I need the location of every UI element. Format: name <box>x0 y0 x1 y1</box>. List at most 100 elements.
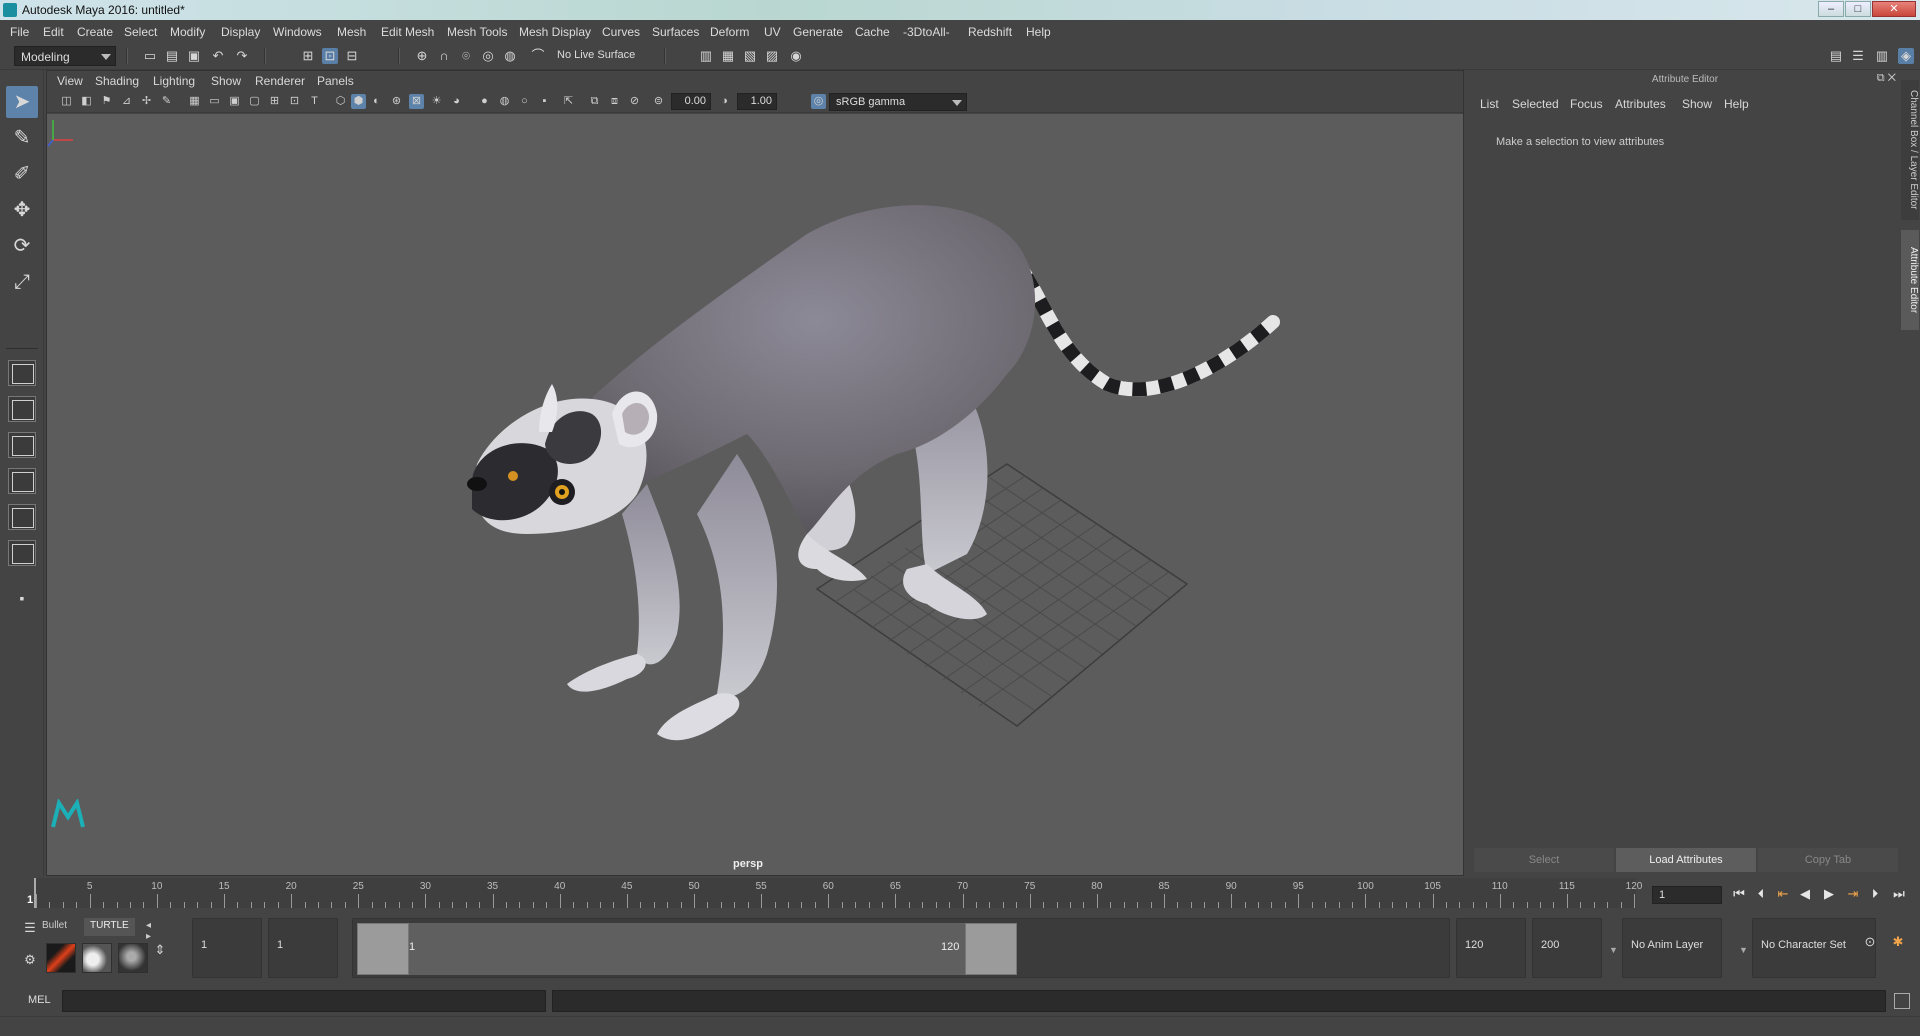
exposure-icon[interactable]: ⊜ <box>651 94 666 109</box>
redo-icon[interactable]: ↷ <box>234 48 250 64</box>
animation-start-field[interactable]: 1 <box>192 918 262 978</box>
auto-key-icon[interactable]: ⊙ <box>1862 934 1878 950</box>
shelf-scroll-arrows-icon[interactable]: ⇕ <box>152 942 168 958</box>
x-ray-icon[interactable]: ⇱ <box>561 94 576 109</box>
render-frame-icon[interactable]: ▦ <box>720 48 736 64</box>
select-hierarchy-icon[interactable]: ⊞ <box>300 48 316 64</box>
menu-edit[interactable]: Edit <box>43 25 64 39</box>
animation-end-field[interactable]: 200 <box>1532 918 1602 978</box>
select-component-icon[interactable]: ⊟ <box>344 48 360 64</box>
save-scene-icon[interactable]: ▣ <box>186 48 202 64</box>
smooth-shade-icon[interactable]: ⬢ <box>351 94 366 109</box>
view-transform-select[interactable]: sRGB gamma <box>829 93 967 111</box>
textured-icon[interactable]: ⊛ <box>389 94 404 109</box>
current-frame-field[interactable]: 1 <box>1652 886 1722 904</box>
character-set-select[interactable]: ▼ No Character Set <box>1739 918 1876 978</box>
command-input[interactable] <box>62 990 546 1012</box>
go-to-start-icon[interactable]: ⏮ <box>1730 885 1748 903</box>
anim-layer-select[interactable]: ▼ No Anim Layer <box>1609 918 1722 978</box>
snap-surface-icon[interactable]: ◍ <box>502 48 518 64</box>
attribute-editor-toggle-icon[interactable]: ◈ <box>1898 48 1914 64</box>
render-settings-icon[interactable]: ▥ <box>698 48 714 64</box>
go-to-end-icon[interactable]: ⏭ <box>1890 885 1908 903</box>
step-forward-frame-icon[interactable]: ⏵ <box>1866 885 1884 903</box>
grease-pencil-icon[interactable]: ✎ <box>159 94 174 109</box>
persp-uv-layout-icon[interactable] <box>8 540 36 566</box>
move-tool-icon[interactable]: ✥ <box>6 194 38 226</box>
exposure-field[interactable]: 0.00 <box>671 93 711 110</box>
modeling-toolkit-icon[interactable]: ▤ <box>1828 48 1844 64</box>
panel-menu-panels[interactable]: Panels <box>317 74 354 88</box>
animation-preferences-icon[interactable]: ✱ <box>1890 934 1906 950</box>
step-back-key-icon[interactable]: ⇤ <box>1774 885 1792 903</box>
grid-toggle-icon[interactable]: ▦ <box>187 94 202 109</box>
menu-windows[interactable]: Windows <box>273 25 322 39</box>
snap-point-icon[interactable]: ⌾ <box>458 48 474 64</box>
maximize-button[interactable]: □ <box>1845 1 1871 17</box>
time-ruler[interactable]: 5 10 15 20 25 30 35 40 45 50 55 60 65 70 75 80 85 90 95 100… <box>34 878 1642 908</box>
render-view-icon[interactable]: ▨ <box>764 48 780 64</box>
menu-redshift[interactable]: Redshift <box>968 25 1012 39</box>
menu-cache[interactable]: Cache <box>855 25 890 39</box>
ae-menu-selected[interactable]: Selected <box>1512 97 1559 111</box>
playback-start-field[interactable]: 1 <box>268 918 338 978</box>
safe-title-icon[interactable]: T <box>307 94 322 109</box>
script-editor-icon[interactable] <box>1894 993 1910 1009</box>
field-chart-icon[interactable]: ⊞ <box>267 94 282 109</box>
menu-surfaces[interactable]: Surfaces <box>652 25 699 39</box>
step-back-frame-icon[interactable]: ⏴ <box>1752 885 1770 903</box>
undo-icon[interactable]: ↶ <box>210 48 226 64</box>
menu-curves[interactable]: Curves <box>602 25 640 39</box>
ipr-render-icon[interactable]: ▧ <box>742 48 758 64</box>
x-ray-joints-icon[interactable]: ⧉ <box>587 94 602 109</box>
menu-mesh-display[interactable]: Mesh Display <box>519 25 591 39</box>
range-slider[interactable]: 1 120 <box>352 918 1450 978</box>
scale-tool-icon[interactable]: ⤢ <box>6 266 38 298</box>
range-end-handle[interactable] <box>965 923 1017 975</box>
step-forward-key-icon[interactable]: ⇥ <box>1844 885 1862 903</box>
menu-modify[interactable]: Modify <box>170 25 205 39</box>
panel-menu-show[interactable]: Show <box>211 74 241 88</box>
menu-display[interactable]: Display <box>221 25 260 39</box>
play-forwards-icon[interactable]: ▶ <box>1820 885 1838 903</box>
3d-viewport[interactable]: persp <box>47 114 1463 875</box>
fire-shelf-icon[interactable] <box>46 943 76 973</box>
command-language-label[interactable]: MEL <box>28 994 51 1006</box>
snap-curve-icon[interactable]: ∩ <box>436 48 452 64</box>
rotate-tool-icon[interactable]: ⟳ <box>6 230 38 262</box>
x-ray-active-icon[interactable]: ⧈ <box>607 94 622 109</box>
menu-uv[interactable]: UV <box>764 25 781 39</box>
new-scene-icon[interactable]: ▭ <box>142 48 158 64</box>
ae-menu-list[interactable]: List <box>1480 97 1499 111</box>
menu-help[interactable]: Help <box>1026 25 1051 39</box>
panel-menu-renderer[interactable]: Renderer <box>255 74 305 88</box>
lasso-tool-icon[interactable]: ✎ <box>6 122 38 154</box>
four-view-layout-icon[interactable] <box>8 396 36 422</box>
bake-shelf-icon[interactable] <box>82 943 112 973</box>
persp-hypershade-layout-icon[interactable] <box>8 504 36 530</box>
backface-culling-icon[interactable]: ⊘ <box>627 94 642 109</box>
menu-mesh-tools[interactable]: Mesh Tools <box>447 25 507 39</box>
single-perspective-layout-icon[interactable] <box>8 360 36 386</box>
select-tool-icon[interactable]: ➤ <box>6 86 38 118</box>
copy-tab-button[interactable]: Copy Tab <box>1758 848 1898 872</box>
select-object-icon[interactable]: ⊡ <box>322 48 338 64</box>
menu-mesh[interactable]: Mesh <box>337 25 366 39</box>
load-attributes-button[interactable]: Load Attributes <box>1616 848 1756 872</box>
close-button[interactable]: ✕ <box>1872 1 1916 17</box>
panel-menu-lighting[interactable]: Lighting <box>153 74 195 88</box>
panel-menu-view[interactable]: View <box>57 74 83 88</box>
menu-set-selector[interactable]: Modeling <box>14 46 116 66</box>
shelf-tab-bullet[interactable]: Bullet <box>36 918 73 936</box>
wireframe-icon[interactable]: ⬡ <box>333 94 348 109</box>
menu-3dtoall[interactable]: -3DtoAll- <box>903 25 950 39</box>
snap-grid-icon[interactable]: ⊕ <box>414 48 430 64</box>
attribute-editor-tab[interactable]: Attribute Editor <box>1901 230 1919 330</box>
camera-attributes-icon[interactable]: ◫ <box>59 94 74 109</box>
channel-box-toggle-icon[interactable]: ▥ <box>1874 48 1890 64</box>
channel-box-tab[interactable]: Channel Box / Layer Editor <box>1901 80 1919 220</box>
two-d-pan-zoom-icon[interactable]: ✢ <box>139 94 154 109</box>
ae-select-button[interactable]: Select <box>1474 848 1614 872</box>
menu-create[interactable]: Create <box>77 25 113 39</box>
gamma-field[interactable]: 1.00 <box>737 93 777 110</box>
